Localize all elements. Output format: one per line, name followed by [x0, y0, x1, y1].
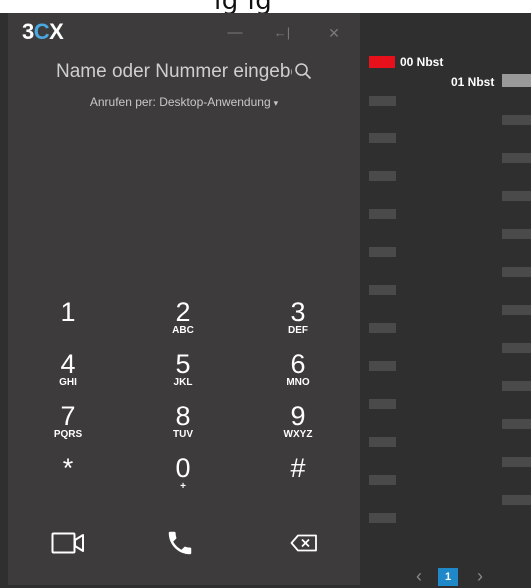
action-row — [8, 525, 360, 561]
top-strip: lg lg — [0, 0, 531, 13]
key-1[interactable]: 1 — [28, 298, 108, 348]
chart-bar-00 — [369, 323, 396, 333]
key-9[interactable]: 9 WXYZ — [258, 402, 338, 452]
key-letters: DEF — [288, 325, 308, 336]
chart-bar-01 — [502, 305, 531, 315]
chart-bar-00 — [369, 437, 396, 447]
call-via-selector[interactable]: Anrufen per: Desktop-Anwendung ▾ — [8, 95, 360, 109]
key-2[interactable]: 2 ABC — [143, 298, 223, 348]
key-star[interactable]: * — [28, 454, 108, 504]
key-letters: TUV — [173, 429, 193, 440]
phone-icon — [168, 531, 192, 555]
dialer-window: 3CX — ←| ✕ Anrufen per: Desktop-Anwendun… — [8, 13, 360, 585]
chart-bar-01 — [502, 191, 531, 201]
key-0[interactable]: 0 + — [143, 454, 223, 504]
key-digit: 9 — [290, 401, 306, 431]
chart-bar-01 — [502, 381, 531, 391]
chart-bar-00 — [369, 171, 396, 181]
call-via-label: Anrufen per: Desktop-Anwendung — [89, 95, 271, 109]
chart-bar-01 — [502, 495, 531, 505]
title-bar: 3CX — ←| ✕ — [8, 13, 360, 53]
key-8[interactable]: 8 TUV — [143, 402, 223, 452]
key-letters: MNO — [286, 377, 310, 388]
top-strip-text: lg lg — [214, 0, 272, 13]
search-input[interactable] — [54, 59, 294, 85]
chart-bar-01 — [502, 267, 531, 277]
key-digit: 3 — [290, 297, 306, 327]
chart-bar-01 — [502, 153, 531, 163]
key-digit: * — [62, 453, 74, 483]
key-letters: + — [180, 481, 186, 492]
key-letters: JKL — [173, 377, 193, 388]
chart-bar-01 — [502, 115, 531, 125]
key-letters: PQRS — [53, 429, 83, 440]
close-button[interactable]: ✕ — [324, 23, 344, 43]
call-button[interactable] — [160, 525, 200, 561]
key-hash[interactable]: # — [258, 454, 338, 504]
3cx-logo: 3CX — [22, 19, 64, 44]
chart-bar-00 — [369, 285, 396, 295]
key-digit: 7 — [60, 401, 76, 431]
dock-button[interactable]: ←| — [272, 23, 292, 43]
legend-swatch-00 — [369, 56, 395, 68]
chart-bar-00 — [369, 513, 396, 523]
key-3[interactable]: 3 DEF — [258, 298, 338, 348]
chart-bar-00 — [369, 361, 396, 371]
pager-prev-button[interactable]: ‹ — [412, 566, 426, 587]
caret-down-icon: ▾ — [273, 98, 279, 108]
chart-bar-01 — [502, 343, 531, 353]
key-digit: 5 — [175, 349, 191, 379]
key-digit: 2 — [175, 297, 191, 327]
chart-bar-01 — [502, 419, 531, 429]
key-6[interactable]: 6 MNO — [258, 350, 338, 400]
legend-label-00: 00 Nbst — [400, 55, 444, 69]
chart-bar-00 — [369, 209, 396, 219]
key-digit: # — [290, 453, 306, 483]
chart-bar-01 — [502, 229, 531, 239]
key-digit: 6 — [290, 349, 306, 379]
chart-bar-00 — [369, 247, 396, 257]
chart-bar-00 — [369, 399, 396, 409]
legend-label-01: 01 Nbst — [451, 75, 495, 89]
video-camera-icon — [51, 532, 84, 554]
key-digit: 4 — [60, 349, 76, 379]
key-5[interactable]: 5 JKL — [143, 350, 223, 400]
search-row — [8, 59, 360, 85]
key-digit: 0 — [175, 453, 191, 483]
key-letters: WXYZ — [283, 429, 313, 440]
chart-bar-01 — [502, 457, 531, 467]
key-letters: GHI — [59, 377, 77, 388]
key-letters: ABC — [172, 325, 194, 336]
legend-swatch-01 — [502, 74, 531, 87]
minimize-button[interactable]: — — [225, 23, 245, 43]
pager-next-button[interactable]: › — [473, 566, 487, 587]
key-digit: 8 — [175, 401, 191, 431]
key-7[interactable]: 7 PQRS — [28, 402, 108, 452]
search-icon[interactable] — [294, 62, 312, 80]
chart-bar-00 — [369, 475, 396, 485]
chart-bar-00 — [369, 96, 396, 106]
backspace-button[interactable] — [284, 525, 324, 561]
key-digit: 1 — [60, 297, 76, 327]
video-call-button[interactable] — [48, 525, 88, 561]
pager-page-1[interactable]: 1 — [438, 568, 458, 586]
chart-bar-00 — [369, 133, 396, 143]
chart-area: 00 Nbst 01 Nbst ‹ 1 › — [360, 13, 531, 587]
key-4[interactable]: 4 GHI — [28, 350, 108, 400]
backspace-icon — [290, 534, 317, 552]
